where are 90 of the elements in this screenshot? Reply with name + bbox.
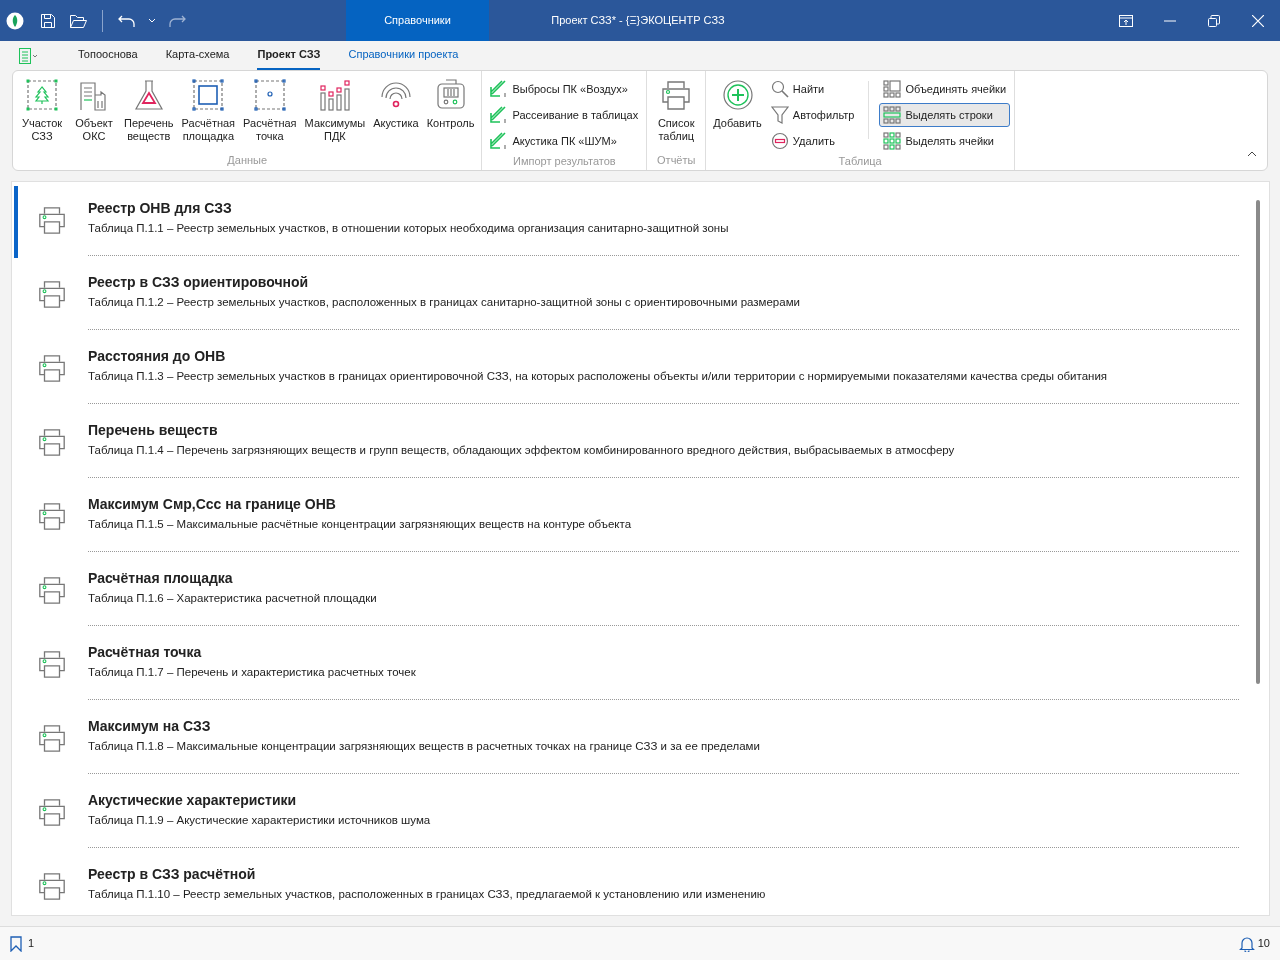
ribbon-group-label: Таблица: [837, 154, 883, 169]
ribbon-group-label: Импорт результатов: [512, 154, 617, 169]
select-rows-icon: [883, 106, 902, 124]
import-arrow-icon: [490, 106, 509, 124]
filter-icon: [770, 106, 789, 124]
report-list-item[interactable]: Максимум Смр,Ссс на границе ОНВ Таблица П.1.5 – Максимальные расчётные концентрации загрязняющих веществ на контуре объекта: [12, 478, 1269, 552]
ribbon-button[interactable]: Автофильтр: [766, 103, 859, 127]
report-list-item[interactable]: Расчётная точка Таблица П.1.7 – Перечень и характеристика расчетных точек: [12, 626, 1269, 700]
report-list-item[interactable]: Перечень веществ Таблица П.1.4 – Перечень загрязняющих веществ и групп веществ, обладающих эффектом комбинированного вредного действия, выбрасываемых в атмосферу: [12, 404, 1269, 478]
ribbon-button[interactable]: Расчётная точка: [240, 75, 300, 152]
printer-icon: [660, 79, 693, 111]
notification-bell-icon[interactable]: [1238, 935, 1255, 952]
report-title: Реестр ОНВ для СЗЗ: [88, 199, 233, 217]
merge-cells-icon: [883, 80, 902, 98]
report-title: Реестр в СЗЗ ориентировочной: [88, 273, 310, 291]
notification-count: 10: [1257, 936, 1270, 952]
window-title: Проект СЗЗ* - {Ξ}ЭКОЦЕНТР СЗЗ: [550, 13, 726, 29]
ribbon-toggle-button[interactable]: Выделять ячейки: [879, 129, 1011, 153]
report-description: Таблица П.1.10 – Реестр земельных участков, расположенных в границах СЗЗ, предлагаемой к установлению или изменению: [88, 887, 767, 902]
ribbon-button[interactable]: Участок СЗЗ: [17, 75, 67, 152]
ribbon-group-label: Данные: [226, 152, 269, 168]
report-description: Таблица П.1.1 – Реестр земельных участков, в отношении которых необходима организация санитарно-защитной зоны: [88, 221, 730, 236]
report-description: Таблица П.1.4 – Перечень загрязняющих веществ и групп веществ, обладающих эффектом комбинированного вредного действия, выбрасываемых в атмосферу: [88, 443, 956, 458]
report-title: Расчётная площадка: [88, 569, 234, 587]
point-icon: [253, 79, 286, 111]
report-list-item[interactable]: Реестр в СЗЗ расчётной Таблица П.1.10 – Реестр земельных участков, расположенных в границах СЗЗ, предлагаемой к установлению или изменению: [12, 848, 1269, 915]
ribbon-toggle-button[interactable]: Объединять ячейки: [879, 77, 1011, 101]
ribbon-toggle-button[interactable]: Выделять строки: [879, 103, 1011, 127]
report-title: Максимум Смр,Ссс на границе ОНВ: [88, 495, 337, 513]
ribbon-button[interactable]: Акустика: [370, 75, 422, 152]
report-title: Акустические характеристики: [88, 791, 298, 809]
report-list-item[interactable]: Реестр в СЗЗ ориентировочной Таблица П.1.2 – Реестр земельных участков, расположенных в границах санитарно-защитной зоны с ориентировочными размерами: [12, 256, 1269, 330]
scrollbar-thumb[interactable]: [1256, 200, 1260, 684]
bookmark-icon[interactable]: [10, 935, 22, 952]
printer-icon: [37, 871, 67, 901]
report-title: Реестр в СЗЗ расчётной: [88, 865, 257, 883]
ribbon-button[interactable]: Расчётная площадка: [178, 75, 239, 152]
ribbon-button[interactable]: Максимумы ПДК: [301, 75, 369, 152]
ribbon-tab[interactable]: Топооснова: [78, 46, 138, 71]
report-title: Перечень веществ: [88, 421, 219, 439]
report-description: Таблица П.1.7 – Перечень и характеристика расчетных точек: [88, 665, 417, 680]
report-description: Таблица П.1.8 – Максимальные концентрации загрязняющих веществ в расчетных точках на границе СЗЗ и за ее пределами: [88, 739, 761, 754]
report-title: Максимум на СЗЗ: [88, 717, 212, 735]
printer-icon: [37, 575, 67, 605]
ribbon-button[interactable]: Выбросы ПК «Воздух»: [486, 77, 643, 101]
ribbon-button[interactable]: Список таблиц: [651, 75, 702, 152]
report-description: Таблица П.1.5 – Максимальные расчётные концентрации загрязняющих веществ на контуре объекта: [88, 517, 633, 532]
ribbon-button[interactable]: Акустика ПК «ШУМ»: [486, 129, 643, 153]
ribbon-button[interactable]: Удалить: [766, 129, 859, 153]
bar-chart-icon: [318, 79, 351, 111]
ribbon-button[interactable]: Добавить: [710, 75, 765, 153]
flask-icon: [132, 79, 165, 111]
ribbon-group-label: Отчёты: [656, 152, 697, 168]
report-list-item[interactable]: Акустические характеристики Таблица П.1.9 – Акустические характеристики источников шума: [12, 774, 1269, 848]
report-description: Таблица П.1.2 – Реестр земельных участков, расположенных в границах санитарно-защитной зоны с ориентировочными размерами: [88, 295, 801, 310]
report-list-item[interactable]: Расстояния до ОНВ Таблица П.1.3 – Реестр земельных участков в границах ориентировочной СЗЗ, на которых расположены объекты и/или территории с нормируемыми показателями качества среды обитания: [12, 330, 1269, 404]
area-icon: [192, 79, 225, 111]
import-arrow-icon: [490, 132, 509, 150]
printer-icon: [37, 797, 67, 827]
ribbon-button[interactable]: Рассеивание в таблицах: [486, 103, 643, 127]
ribbon-tab[interactable]: Карта-схема: [165, 46, 230, 71]
report-title: Расчётная точка: [88, 643, 203, 661]
printer-icon: [37, 353, 67, 383]
ribbon-button[interactable]: Объект ОКС: [69, 75, 119, 152]
context-tab-header[interactable]: Справочники: [346, 0, 489, 41]
add-icon: [721, 79, 754, 111]
import-arrow-icon: [490, 80, 509, 98]
app-logo-icon[interactable]: [6, 11, 24, 30]
report-description: Таблица П.1.9 – Акустические характеристики источников шума: [88, 813, 432, 828]
control-device-icon: [434, 79, 467, 111]
plot-icon: [26, 79, 58, 111]
ribbon-tab[interactable]: Справочники проекта: [348, 46, 459, 71]
select-cells-icon: [883, 132, 902, 150]
report-description: Таблица П.1.3 – Реестр земельных участков в границах ориентировочной СЗЗ, на которых расположены объекты и/или территории с нормируемыми показателями качества среды обитания: [88, 369, 1109, 384]
bookmark-count: 1: [28, 936, 35, 952]
report-title: Расстояния до ОНВ: [88, 347, 227, 365]
printer-icon: [37, 723, 67, 753]
search-icon: [770, 80, 789, 98]
printer-icon: [37, 427, 67, 457]
printer-icon: [37, 205, 67, 235]
printer-icon: [37, 649, 67, 679]
report-list-item[interactable]: Расчётная площадка Таблица П.1.6 – Характеристика расчетной площадки: [12, 552, 1269, 626]
report-description: Таблица П.1.6 – Характеристика расчетной площадки: [88, 591, 378, 606]
delete-icon: [770, 132, 789, 150]
ribbon-button[interactable]: Найти: [766, 77, 859, 101]
ribbon-button[interactable]: Перечень веществ: [121, 75, 177, 152]
printer-icon: [37, 501, 67, 531]
ribbon-button[interactable]: Контроль: [423, 75, 478, 152]
printer-icon: [37, 279, 67, 309]
report-list-item[interactable]: Максимум на СЗЗ Таблица П.1.8 – Максимальные концентрации загрязняющих веществ в расчетных точках на границе СЗЗ и за ее пределами: [12, 700, 1269, 774]
